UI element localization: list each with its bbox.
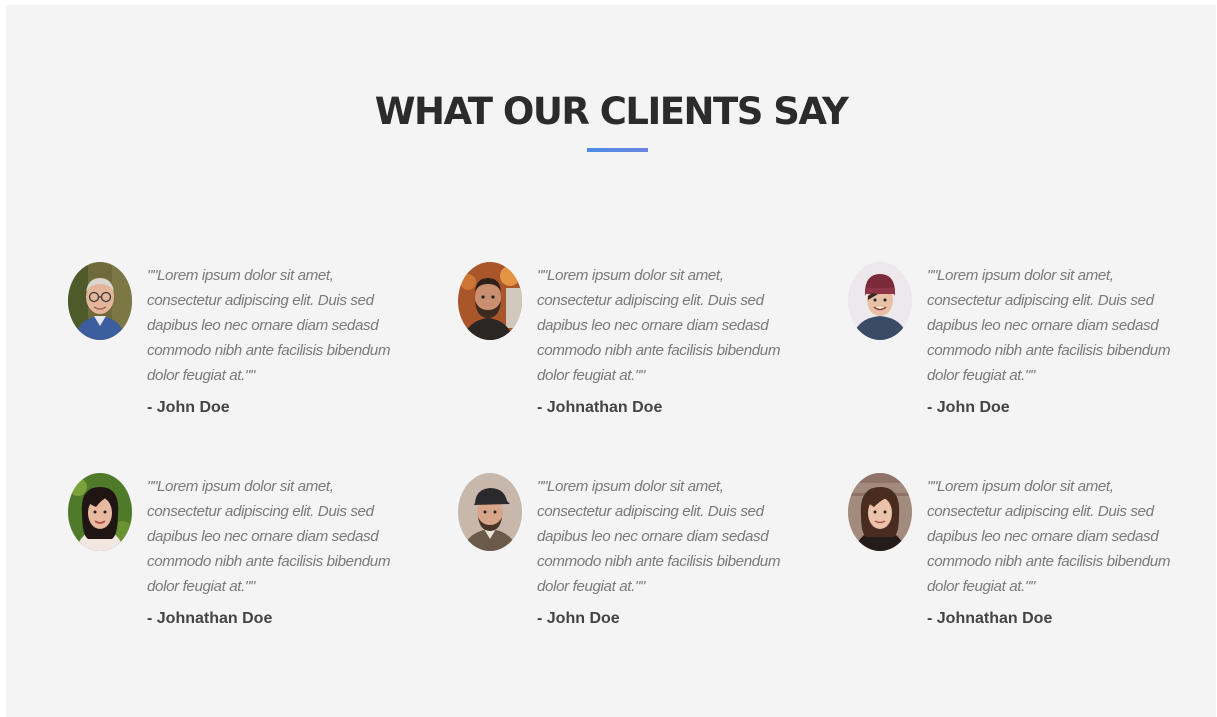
- section-title: WHAT OUR CLIENTS SAY: [374, 90, 849, 133]
- testimonial-card: ""Lorem ipsum dolor sit amet, consectetu…: [458, 473, 828, 653]
- testimonial-author: - John Doe: [537, 610, 620, 627]
- testimonial-card: ""Lorem ipsum dolor sit amet, consectetu…: [68, 262, 438, 442]
- testimonial-card: ""Lorem ipsum dolor sit amet, consectetu…: [848, 473, 1217, 653]
- title-underline: [587, 148, 648, 152]
- testimonial-quote: ""Lorem ipsum dolor sit amet, consectetu…: [537, 478, 781, 595]
- testimonial-quote: ""Lorem ipsum dolor sit amet, consectetu…: [927, 478, 1171, 595]
- avatar-older-man-glasses: [68, 262, 132, 340]
- testimonial-author: - Johnathan Doe: [927, 610, 1053, 627]
- testimonial-quote: ""Lorem ipsum dolor sit amet, consectetu…: [927, 267, 1171, 384]
- avatar-woman-brown-hair: [848, 473, 912, 551]
- testimonials-section: WHAT OUR CLIENTS SAY ""Lorem ipsum dolor…: [6, 5, 1216, 717]
- testimonial-author: - John Doe: [927, 399, 1010, 416]
- testimonial-author: - Johnathan Doe: [147, 610, 273, 627]
- testimonial-quote: ""Lorem ipsum dolor sit amet, consectetu…: [147, 478, 391, 595]
- testimonial-card: ""Lorem ipsum dolor sit amet, consectetu…: [68, 473, 438, 653]
- testimonial-card: ""Lorem ipsum dolor sit amet, consectetu…: [458, 262, 828, 442]
- testimonial-quote: ""Lorem ipsum dolor sit amet, consectetu…: [147, 267, 391, 384]
- avatar-man-flat-cap: [458, 473, 522, 551]
- avatar-bearded-man: [458, 262, 522, 340]
- testimonial-card: ""Lorem ipsum dolor sit amet, consectetu…: [848, 262, 1217, 442]
- testimonial-author: - Johnathan Doe: [537, 399, 663, 416]
- avatar-young-man-beanie: [848, 262, 912, 340]
- avatar-woman-dark-hair: [68, 473, 132, 551]
- testimonial-author: - John Doe: [147, 399, 230, 416]
- testimonial-quote: ""Lorem ipsum dolor sit amet, consectetu…: [537, 267, 781, 384]
